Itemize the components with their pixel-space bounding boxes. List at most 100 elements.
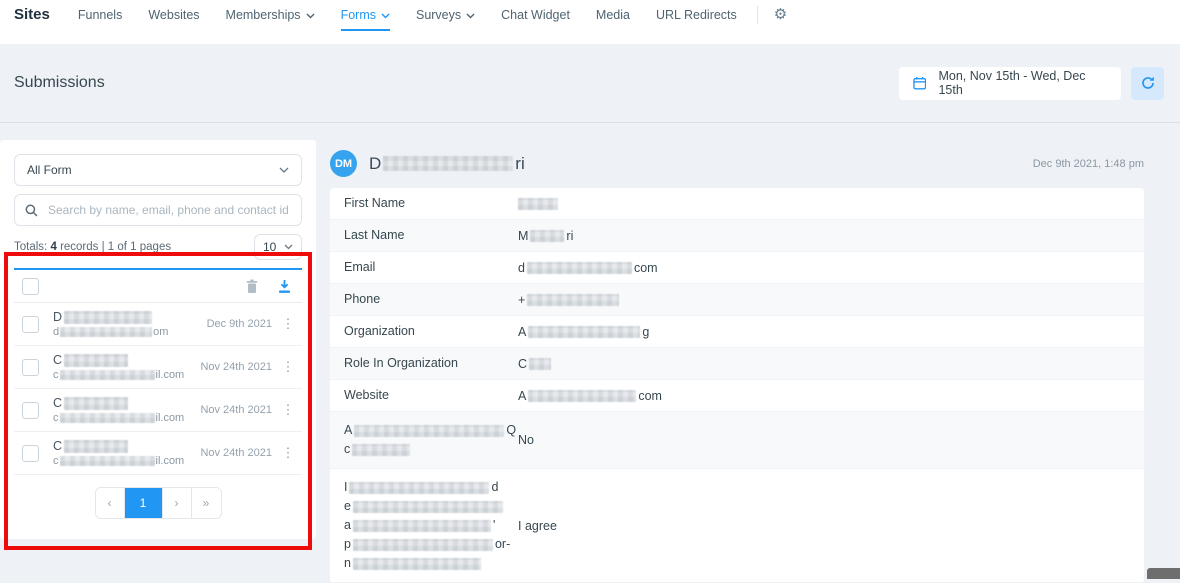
row-checkbox[interactable] — [22, 444, 39, 462]
detail-row: Role In Organization C — [330, 348, 1144, 380]
field-label: AQ c — [344, 423, 517, 456]
row-checkbox[interactable] — [22, 401, 39, 419]
field-label: Organization — [344, 324, 415, 338]
chevron-down-icon — [284, 244, 293, 250]
date-range-picker[interactable]: Mon, Nov 15th - Wed, Dec 15th — [899, 66, 1121, 100]
redacted-text — [352, 538, 493, 551]
contact-email: c il.com — [53, 412, 185, 424]
detail-row: Id e a ' p or- n I agree — [330, 469, 1144, 583]
page-title: Submissions — [14, 74, 105, 91]
field-value: d com — [518, 260, 658, 275]
select-all-checkbox[interactable] — [22, 277, 39, 295]
submission-date: Dec 9th 2021 — [206, 318, 272, 330]
field-label: Last Name — [344, 228, 405, 242]
redacted-text — [349, 481, 490, 494]
contact-full-name: Dri — [369, 153, 525, 173]
redacted-text — [383, 156, 514, 171]
nav-divider — [756, 6, 758, 24]
detail-row: AQ c No — [330, 412, 1144, 469]
redacted-text — [526, 261, 632, 274]
submission-row[interactable]: C c il.com Nov 24th 2021 ⋮ — [14, 389, 302, 432]
form-filter-value: All Form — [27, 163, 72, 177]
pagination-last-button[interactable]: » — [191, 488, 221, 518]
list-header — [14, 270, 302, 303]
submission-row[interactable]: C c il.com Nov 24th 2021 ⋮ — [14, 346, 302, 389]
redacted-text — [59, 456, 155, 466]
submission-date: Nov 24th 2021 — [200, 361, 272, 373]
chevron-down-icon — [466, 13, 475, 18]
submission-row[interactable]: C c il.com Nov 24th 2021 ⋮ — [14, 432, 302, 475]
redacted-text — [352, 443, 411, 456]
search-input[interactable] — [46, 202, 291, 218]
page-header: Submissions Mon, Nov 15th - Wed, Dec 15t… — [0, 44, 1180, 123]
submissions-panel: All Form Totals: 4 records | 1 of 1 page… — [0, 140, 316, 539]
nav-item-chat-widget[interactable]: Chat Widget — [501, 6, 570, 29]
detail-row: Organization Ag — [330, 316, 1144, 348]
field-label: Role In Organization — [344, 356, 458, 370]
gear-icon[interactable]: ⚙ — [774, 6, 787, 24]
redacted-text — [64, 310, 153, 324]
row-menu-icon[interactable]: ⋮ — [280, 359, 296, 375]
totals-row: Totals: 4 records | 1 of 1 pages 10 — [14, 234, 302, 260]
row-menu-icon[interactable]: ⋮ — [280, 316, 296, 332]
field-value: + — [518, 293, 620, 307]
nav-item-url-redirects[interactable]: URL Redirects — [656, 6, 737, 29]
field-value — [518, 197, 558, 210]
redacted-text — [527, 293, 620, 306]
submission-date: Nov 24th 2021 — [200, 447, 272, 459]
contact-name: C — [53, 396, 200, 410]
redacted-text — [529, 357, 552, 370]
submission-timestamp: Dec 9th 2021, 1:48 pm — [1032, 157, 1144, 170]
delete-button[interactable] — [245, 279, 259, 294]
search-icon — [25, 204, 38, 217]
form-filter-select[interactable]: All Form — [14, 154, 302, 186]
nav-item-websites[interactable]: Websites — [148, 6, 199, 29]
refresh-button[interactable] — [1131, 66, 1164, 100]
row-menu-icon[interactable]: ⋮ — [280, 402, 296, 418]
search-box — [14, 194, 302, 226]
redacted-text — [528, 389, 637, 402]
redacted-text — [352, 557, 481, 570]
nav-item-memberships[interactable]: Memberships — [226, 6, 315, 29]
trash-icon — [246, 279, 258, 293]
row-checkbox[interactable] — [22, 315, 39, 333]
row-menu-icon[interactable]: ⋮ — [280, 445, 296, 461]
date-range-label: Mon, Nov 15th - Wed, Dec 15th — [938, 69, 1086, 97]
nav-item-funnels[interactable]: Funnels — [78, 6, 122, 29]
content: All Form Totals: 4 records | 1 of 1 page… — [0, 123, 1180, 583]
calendar-icon — [913, 77, 927, 90]
detail-fields-card: First Name Last Name Mri Email d com Phon… — [330, 188, 1144, 583]
pagination-prev-button[interactable]: ‹ — [95, 488, 125, 518]
submission-detail-panel: DM Dri Dec 9th 2021, 1:48 pm First Name … — [330, 140, 1144, 583]
field-value: C — [518, 357, 552, 371]
redacted-text — [64, 439, 129, 453]
page-size-select[interactable]: 10 — [254, 234, 302, 260]
field-value: Ag — [518, 324, 650, 339]
redacted-text — [530, 229, 565, 242]
detail-row: First Name — [330, 188, 1144, 220]
submission-row[interactable]: D d om Dec 9th 2021 ⋮ — [14, 303, 302, 346]
contact-info: D d om — [53, 310, 207, 338]
nav-item-surveys[interactable]: Surveys — [416, 6, 475, 29]
corner-widget — [1147, 568, 1180, 579]
page-size-value: 10 — [263, 240, 277, 254]
chevron-down-icon — [381, 13, 390, 18]
submission-date: Nov 24th 2021 — [200, 404, 272, 416]
redacted-text — [60, 327, 153, 337]
chevron-down-icon — [279, 167, 289, 173]
pagination-next-button[interactable]: › — [162, 488, 192, 518]
pagination-page-1-button[interactable]: 1 — [124, 488, 163, 518]
detail-row: Website Acom — [330, 380, 1144, 412]
brand-sites[interactable]: Sites — [14, 6, 50, 24]
row-checkbox[interactable] — [22, 358, 39, 376]
field-value: Mri — [518, 228, 574, 243]
field-value: I agree — [518, 518, 557, 533]
redacted-text — [518, 197, 558, 210]
nav-item-media[interactable]: Media — [596, 6, 630, 29]
redacted-text — [59, 413, 155, 423]
detail-row: Last Name Mri — [330, 220, 1144, 252]
export-button[interactable] — [277, 279, 292, 294]
nav-item-forms[interactable]: Forms — [340, 6, 390, 31]
redacted-text — [354, 424, 505, 437]
detail-header: DM Dri Dec 9th 2021, 1:48 pm — [330, 150, 1144, 177]
